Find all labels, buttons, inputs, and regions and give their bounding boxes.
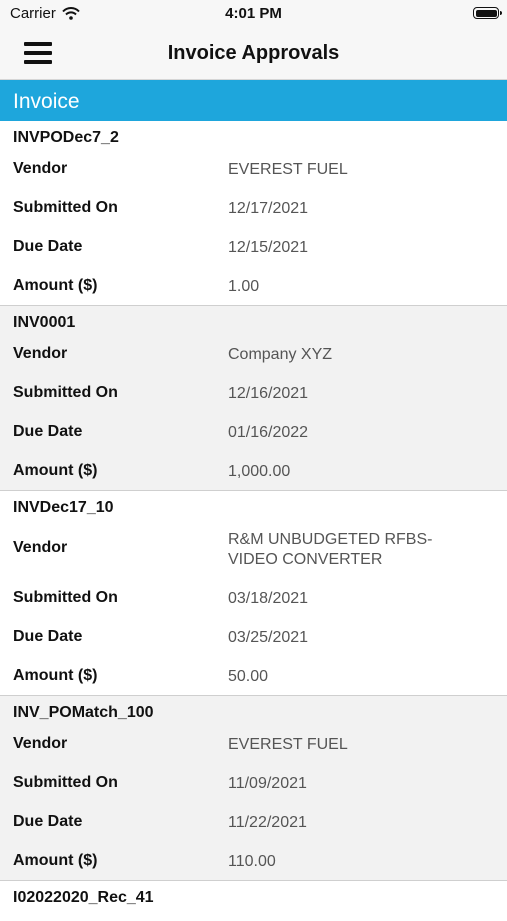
due-date-label: Due Date (13, 238, 83, 255)
page-title: Invoice Approvals (167, 42, 340, 64)
invoice-id: I02022020_Rec_41 (13, 889, 154, 906)
invoice-id: INVDec17_10 (13, 499, 114, 516)
submitted-on-value: 12/16/2021 (228, 385, 309, 402)
due-date-value: 01/16/2022 (228, 424, 309, 441)
invoice-list-item[interactable]: I02022020_Rec_41 (0, 881, 507, 921)
invoice-list-item[interactable]: INV_POMatch_100 Vendor EVEREST FUEL Subm… (0, 696, 507, 881)
battery-icon (473, 7, 502, 19)
invoice-id: INV_POMatch_100 (13, 704, 154, 721)
vendor-label: Vendor (13, 539, 68, 556)
invoice-list-item[interactable]: INVDec17_10 Vendor R&M UNBUDGETED RFBS-V… (0, 491, 507, 696)
submitted-on-label: Submitted On (13, 774, 118, 791)
due-date-value: 11/22/2021 (228, 814, 307, 831)
amount-value: 110.00 (228, 853, 276, 870)
due-date-value: 12/15/2021 (228, 239, 309, 256)
submitted-on-value: 12/17/2021 (228, 200, 309, 217)
invoice-id: INVPODec7_2 (13, 129, 119, 146)
invoice-id: INV0001 (13, 314, 76, 331)
due-date-label: Due Date (13, 423, 83, 440)
submitted-on-label: Submitted On (13, 199, 118, 216)
amount-label: Amount ($) (13, 462, 98, 479)
section-header-invoice: Invoice (0, 80, 507, 121)
navigation-bar: Invoice Approvals (0, 28, 507, 80)
due-date-label: Due Date (13, 813, 83, 830)
submitted-on-label: Submitted On (13, 384, 118, 401)
due-date-label: Due Date (13, 628, 83, 645)
amount-value: 1,000.00 (228, 463, 291, 480)
vendor-label: Vendor (13, 735, 68, 752)
vendor-value: Company XYZ (228, 346, 333, 363)
invoice-list: INVPODec7_2 Vendor EVEREST FUEL Submitte… (0, 121, 507, 921)
amount-label: Amount ($) (13, 667, 98, 684)
status-time: 4:01 PM (225, 5, 282, 22)
amount-label: Amount ($) (13, 277, 98, 294)
submitted-on-value: 03/18/2021 (228, 590, 309, 607)
invoice-list-item[interactable]: INV0001 Vendor Company XYZ Submitted On … (0, 306, 507, 491)
vendor-value: EVEREST FUEL (228, 736, 348, 753)
vendor-label: Vendor (13, 160, 68, 177)
submitted-on-value: 11/09/2021 (228, 775, 307, 792)
vendor-value: EVEREST FUEL (228, 161, 348, 178)
vendor-label: Vendor (13, 345, 68, 362)
vendor-value: R&M UNBUDGETED RFBS-VIDEO CONVERTER (228, 531, 433, 568)
status-bar: Carrier 4:01 PM (0, 0, 507, 28)
amount-label: Amount ($) (13, 852, 98, 869)
invoice-list-item[interactable]: INVPODec7_2 Vendor EVEREST FUEL Submitte… (0, 121, 507, 306)
due-date-value: 03/25/2021 (228, 629, 309, 646)
submitted-on-label: Submitted On (13, 589, 118, 606)
amount-value: 50.00 (228, 668, 269, 685)
amount-value: 1.00 (228, 278, 260, 295)
